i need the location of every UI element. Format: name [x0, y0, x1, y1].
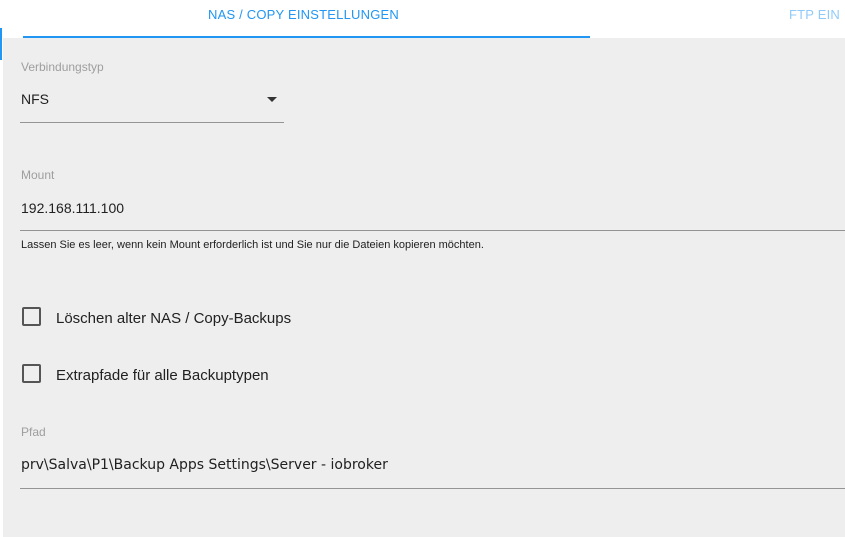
delete-old-backups-checkbox[interactable]	[22, 307, 41, 326]
path-underline	[20, 488, 845, 489]
extra-paths-checkbox[interactable]	[22, 364, 41, 383]
tab-bar: NAS / COPY EINSTELLUNGEN FTP EIN	[3, 0, 845, 38]
connection-type-select[interactable]: NFS	[20, 82, 284, 123]
mount-helper-text: Lassen Sie es leer, wenn kein Mount erfo…	[21, 239, 484, 251]
tab-nas-copy-settings[interactable]: NAS / COPY EINSTELLUNGEN	[20, 0, 587, 30]
mount-underline	[20, 230, 845, 231]
settings-page: NAS / COPY EINSTELLUNGEN FTP EIN Verbind…	[0, 0, 845, 537]
extra-paths-label[interactable]: Extrapfade für alle Backuptypen	[56, 367, 269, 384]
dropdown-caret-icon	[267, 97, 277, 102]
mount-label: Mount	[21, 168, 55, 182]
left-accent-bar	[0, 28, 2, 60]
path-value: prv\Salva\P1\Backup Apps Settings\Server…	[21, 457, 388, 473]
connection-type-value: NFS	[21, 91, 49, 107]
settings-panel: Verbindungstyp NFS Mount 192.168.111.100…	[3, 38, 845, 537]
connection-type-label: Verbindungstyp	[21, 60, 104, 74]
mount-value: 192.168.111.100	[21, 200, 125, 216]
connection-type-underline	[20, 122, 284, 123]
path-label: Pfad	[21, 425, 46, 439]
tab-ftp-settings[interactable]: FTP EIN	[789, 0, 845, 30]
delete-old-backups-label[interactable]: Löschen alter NAS / Copy-Backups	[56, 310, 291, 327]
mount-input[interactable]: 192.168.111.100	[20, 191, 845, 231]
path-input[interactable]: prv\Salva\P1\Backup Apps Settings\Server…	[20, 448, 845, 489]
